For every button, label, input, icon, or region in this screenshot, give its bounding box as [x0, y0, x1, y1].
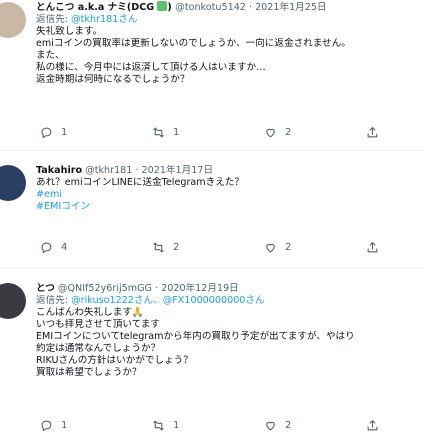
reply-button[interactable]: 1	[40, 126, 67, 139]
reply-count: 4	[61, 242, 68, 253]
divider	[0, 150, 424, 151]
like-button[interactable]: 2	[264, 241, 291, 254]
tweet-date[interactable]: · 2020年12月19日	[155, 283, 239, 294]
tweet-text-line: あれ？emiコインLINEに送金Telegramきえた？	[36, 177, 245, 188]
avatar[interactable]	[0, 165, 26, 201]
retweet-icon	[153, 420, 164, 431]
tweet-actions: 4 2 2	[40, 241, 380, 255]
tweet-text-line: また、	[36, 50, 65, 61]
like-count: 2	[285, 242, 292, 253]
divider	[0, 268, 424, 269]
reply-prefix: 返信先:	[36, 295, 69, 306]
tweet-text-line: 返金時期は何時になるでしょうか？	[36, 74, 190, 85]
like-count: 2	[285, 127, 292, 138]
author-name[interactable]: とんこつ a.k.a ナミ(DCG	[36, 2, 154, 13]
share-button[interactable]	[366, 419, 379, 432]
tweet-text-line: 失礼致します。	[36, 26, 103, 37]
retweet-button[interactable]: 1	[152, 126, 179, 139]
tweet-header: とんこつ a.k.a ナミ(DCG ) @tonkotu5142 · 2021年…	[36, 1, 420, 14]
tweet-text-line: 私の様に、今月中には返済して頂ける人はいますか…	[36, 62, 266, 73]
tweet-text-line: EMIコインについてtelegramから年内の買取り予定が出てますが、やはり	[36, 331, 355, 342]
author-handle[interactable]: @tkhr181	[85, 165, 132, 176]
tweet-text-line: こんばんわ失礼します🙏	[36, 307, 144, 318]
heart-icon	[266, 243, 275, 253]
tweet-header: Takahiro @tkhr181 · 2021年1月17日	[36, 165, 420, 177]
reply-button[interactable]: 4	[40, 241, 67, 254]
reply-icon	[41, 242, 52, 254]
heart-icon	[266, 421, 275, 431]
tweet-text-line: 買取は希望でしょうか？	[36, 367, 142, 378]
tweet-header: とつ @QNIf52y6rij5mGG · 2020年12月19日	[36, 283, 420, 295]
tweet-date[interactable]: · 2021年1月25日	[249, 2, 327, 13]
avatar[interactable]	[0, 283, 26, 319]
retweet-icon	[153, 127, 164, 138]
share-icon	[367, 241, 378, 253]
share-button[interactable]	[366, 241, 379, 254]
like-button[interactable]: 2	[264, 419, 291, 432]
tweet-actions: 1 1 2	[40, 126, 380, 140]
reply-icon	[41, 420, 52, 432]
like-button[interactable]: 2	[264, 126, 291, 139]
share-icon	[367, 126, 378, 138]
tweet-text-line: emiコインの買取率は更新しないのでしょうか、一向に返金されません。	[36, 38, 351, 49]
avatar[interactable]	[0, 2, 26, 38]
emoji-badges: )	[157, 1, 175, 13]
hashtag-link[interactable]: #EMIコイン	[36, 201, 420, 213]
hashtag-link[interactable]: #emi	[36, 189, 420, 201]
reply-context: 返信先: @tkhr181さん	[36, 14, 420, 26]
retweet-count: 2	[173, 242, 180, 253]
tweet-text-line: 約定は通常なんでしょうか？	[36, 343, 161, 354]
reply-to-link[interactable]: @tkhr181さん	[71, 14, 137, 25]
retweet-button[interactable]: 1	[152, 419, 179, 432]
author-name[interactable]: とつ	[36, 283, 55, 294]
retweet-button[interactable]: 2	[152, 241, 179, 254]
share-button[interactable]	[366, 126, 379, 139]
reply-count: 1	[61, 127, 68, 138]
reply-prefix: 返信先:	[36, 14, 69, 25]
tweet-date[interactable]: · 2021年1月17日	[135, 165, 213, 176]
tweet-text-line: いつも拝見させて頂いてます	[36, 319, 160, 330]
share-icon	[367, 419, 378, 431]
heart-icon	[266, 128, 275, 138]
reply-context: 返信先: @rikuso1222さん、@FX1000000000さん	[36, 295, 420, 307]
like-count: 2	[285, 420, 292, 431]
tweet-actions: 1 1 2	[40, 419, 380, 433]
retweet-count: 1	[173, 127, 180, 138]
retweet-icon	[153, 242, 164, 253]
author-name[interactable]: Takahiro	[36, 165, 82, 176]
reply-count: 1	[61, 420, 68, 431]
retweet-count: 1	[173, 420, 180, 431]
reply-to-link[interactable]: @rikuso1222さん、@FX1000000000さん	[71, 295, 265, 306]
author-handle[interactable]: @tonkotu5142	[175, 2, 246, 13]
reply-button[interactable]: 1	[40, 419, 67, 432]
author-handle[interactable]: @QNIf52y6rij5mGG	[58, 283, 152, 294]
reply-icon	[41, 127, 52, 139]
tweet-text-line: RIKUさんの方針はいかがでしょう？	[36, 355, 193, 366]
